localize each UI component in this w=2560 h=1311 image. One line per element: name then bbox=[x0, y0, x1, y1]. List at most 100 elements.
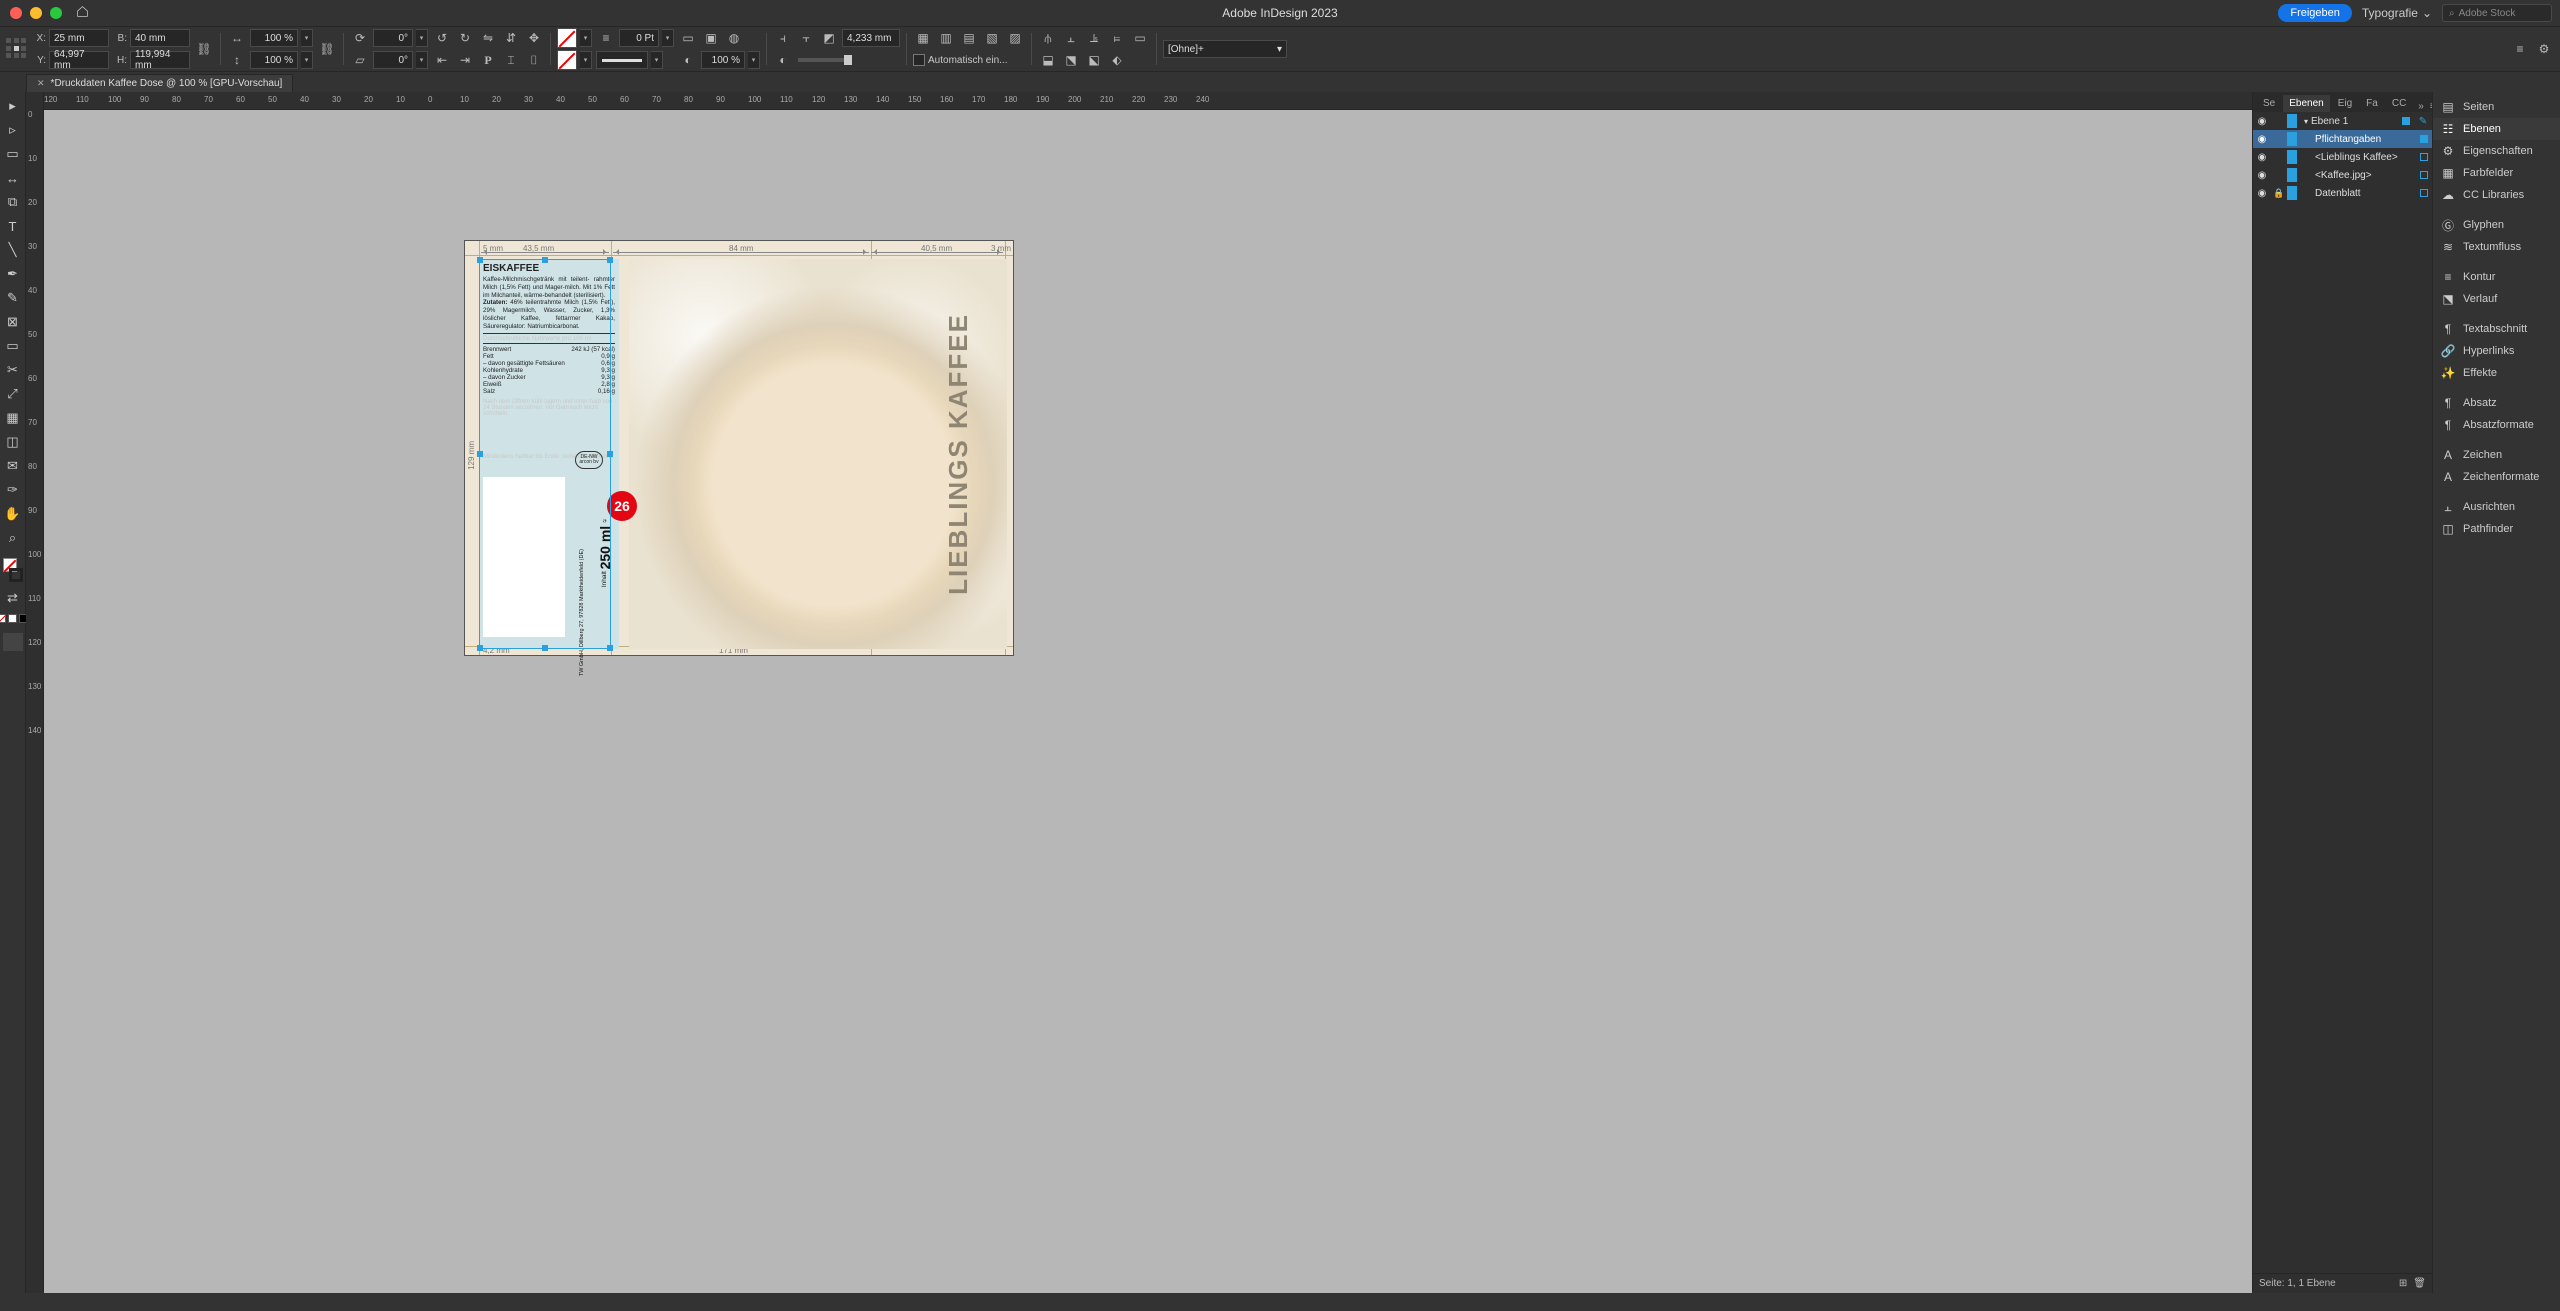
dock-item-glyphen[interactable]: ⒼGlyphen bbox=[2433, 214, 2560, 236]
arrange-4-icon[interactable]: ⬖ bbox=[1107, 50, 1127, 70]
dock-item-absatz[interactable]: ¶Absatz bbox=[2433, 392, 2560, 414]
home-icon[interactable] bbox=[76, 5, 89, 21]
wrap-shape-icon[interactable]: ◍ bbox=[724, 28, 744, 48]
page[interactable]: 5 mm 43,5 mm 84 mm 40,5 mm 3 mm 129 mm 4… bbox=[464, 240, 1014, 656]
minimize-window[interactable] bbox=[30, 7, 42, 19]
dock-item-zeichenformate[interactable]: AZeichenformate bbox=[2433, 466, 2560, 488]
vertical-ruler[interactable]: 0102030405060708090100110120130140 bbox=[26, 92, 44, 1293]
free-transform-tool-icon[interactable]: ⤢ bbox=[2, 384, 24, 404]
shear-dd[interactable]: ▾ bbox=[416, 51, 428, 69]
scale-y-dd[interactable]: ▾ bbox=[301, 51, 313, 69]
width-input[interactable]: 40 mm bbox=[130, 29, 190, 47]
flip-both-icon[interactable]: ✥ bbox=[524, 28, 544, 48]
selection-proxy[interactable] bbox=[2402, 117, 2410, 125]
rotate-input[interactable]: 0° bbox=[373, 29, 413, 47]
zoom-tool-icon[interactable]: ⌕ bbox=[2, 528, 24, 548]
document-tab[interactable]: ✕ *Druckdaten Kaffee Dose @ 100 % [GPU-V… bbox=[26, 74, 293, 92]
selection-proxy[interactable] bbox=[2420, 171, 2428, 179]
layer-item[interactable]: ◉ <Kaffee.jpg> bbox=[2253, 166, 2432, 184]
opacity-dd[interactable]: ▾ bbox=[748, 51, 760, 69]
delete-layer-icon[interactable]: 🗑 bbox=[2413, 1278, 2426, 1289]
corner-icon[interactable]: ◩ bbox=[819, 28, 839, 48]
dock-item-seiten[interactable]: ▤Seiten bbox=[2433, 96, 2560, 118]
dock-item-ebenen[interactable]: ☷Ebenen bbox=[2433, 118, 2560, 140]
layer-row[interactable]: ◉ ▾ Ebene 1 ✎ bbox=[2253, 112, 2432, 130]
workspace-switcher[interactable]: Typografie ⌄ bbox=[2362, 6, 2432, 20]
scale-y-input[interactable]: 100 % bbox=[250, 51, 298, 69]
new-layer-icon[interactable]: ⊞ bbox=[2399, 1278, 2407, 1289]
collapse-icon[interactable]: » bbox=[2416, 101, 2426, 112]
pen-tool-icon[interactable]: ✒ bbox=[2, 264, 24, 284]
content-collector-tool-icon[interactable]: ⧉ bbox=[2, 192, 24, 212]
line-tool-icon[interactable]: ╲ bbox=[2, 240, 24, 260]
visibility-icon[interactable]: ◉ bbox=[2253, 152, 2271, 163]
arrange-1-icon[interactable]: ⬓ bbox=[1038, 50, 1058, 70]
align-to-1-icon[interactable]: ⇤ bbox=[432, 50, 452, 70]
height-input[interactable]: 119,994 mm bbox=[130, 51, 190, 69]
fill-dd[interactable]: ▾ bbox=[580, 29, 592, 47]
align-to-3-icon[interactable]: ⌶ bbox=[501, 50, 521, 70]
adobe-stock-search[interactable]: ⌕ Adobe Stock bbox=[2442, 4, 2552, 22]
fill-frame-icon[interactable]: ▧ bbox=[982, 28, 1002, 48]
dock-item-verlauf[interactable]: ⬔Verlauf bbox=[2433, 288, 2560, 310]
align-to-2-icon[interactable]: ⇥ bbox=[455, 50, 475, 70]
dock-item-ausrichten[interactable]: ⫠Ausrichten bbox=[2433, 496, 2560, 518]
apply-color-icon[interactable] bbox=[8, 614, 17, 623]
selection-proxy[interactable] bbox=[2420, 135, 2428, 143]
arrange-2-icon[interactable]: ⬔ bbox=[1061, 50, 1081, 70]
rotate-dd[interactable]: ▾ bbox=[416, 29, 428, 47]
tab-pages[interactable]: Se bbox=[2257, 95, 2281, 112]
disclosure-icon[interactable]: ▾ bbox=[2301, 117, 2311, 126]
selection-frame[interactable] bbox=[479, 259, 611, 649]
layer-item-name[interactable]: <Kaffee.jpg> bbox=[2301, 170, 2420, 181]
reference-point[interactable] bbox=[6, 38, 28, 60]
page-tool-icon[interactable]: ▭ bbox=[2, 144, 24, 164]
gradient-swatch-tool-icon[interactable]: ▦ bbox=[2, 408, 24, 428]
gradient-feather-tool-icon[interactable]: ◫ bbox=[2, 432, 24, 452]
distribute-2-icon[interactable]: ⫠ bbox=[1061, 28, 1081, 48]
opacity-input[interactable]: 100 % bbox=[701, 51, 745, 69]
dock-item-farbfelder[interactable]: ▦Farbfelder bbox=[2433, 162, 2560, 184]
visibility-icon[interactable]: ◉ bbox=[2253, 116, 2271, 127]
paragraph-icon[interactable]: P bbox=[478, 50, 498, 70]
direct-selection-tool-icon[interactable]: ▹ bbox=[2, 120, 24, 140]
dock-item-hyperlinks[interactable]: 🔗Hyperlinks bbox=[2433, 340, 2560, 362]
screen-mode-icon[interactable] bbox=[3, 633, 23, 651]
rotate-cw-icon[interactable]: ↻ bbox=[455, 28, 475, 48]
visibility-icon[interactable]: ◉ bbox=[2253, 188, 2271, 199]
layer-item[interactable]: ◉ <Lieblings Kaffee> bbox=[2253, 148, 2432, 166]
hand-tool-icon[interactable]: ✋ bbox=[2, 504, 24, 524]
x-input[interactable]: 25 mm bbox=[49, 29, 109, 47]
center-content-icon[interactable]: ▨ bbox=[1005, 28, 1025, 48]
flip-v-icon[interactable]: ⇵ bbox=[501, 28, 521, 48]
fit-prop-icon[interactable]: ▤ bbox=[959, 28, 979, 48]
lock-icon[interactable]: 🔒 bbox=[2271, 188, 2287, 199]
stroke-swatch[interactable] bbox=[557, 50, 577, 70]
visibility-icon[interactable]: ◉ bbox=[2253, 134, 2271, 145]
tab-cc[interactable]: CC bbox=[2386, 95, 2412, 112]
wrap-box-icon[interactable]: ▣ bbox=[701, 28, 721, 48]
stroke-style-dd[interactable]: ▾ bbox=[651, 51, 663, 69]
visibility-icon[interactable]: ◉ bbox=[2253, 170, 2271, 181]
pasteboard[interactable]: 5 mm 43,5 mm 84 mm 40,5 mm 3 mm 129 mm 4… bbox=[44, 110, 2252, 1293]
dock-item-effekte[interactable]: ✨Effekte bbox=[2433, 362, 2560, 384]
auto-fit-checkbox[interactable] bbox=[913, 54, 925, 66]
fit-frame-icon[interactable]: ▥ bbox=[936, 28, 956, 48]
scale-x-input[interactable]: 100 % bbox=[250, 29, 298, 47]
tab-props[interactable]: Eig bbox=[2332, 95, 2358, 112]
target-icon[interactable]: ✎ bbox=[2414, 116, 2432, 127]
constrain-wh-icon[interactable]: ⛓ bbox=[194, 39, 214, 59]
layer-name[interactable]: Ebene 1 bbox=[2311, 116, 2402, 127]
ctrlbar-settings-icon[interactable]: ⚙ bbox=[2534, 39, 2554, 59]
rotate-ccw-icon[interactable]: ↺ bbox=[432, 28, 452, 48]
corner-input[interactable]: 4,233 mm bbox=[842, 29, 900, 47]
close-tab-icon[interactable]: ✕ bbox=[37, 78, 45, 89]
layer-item-name[interactable]: <Lieblings Kaffee> bbox=[2301, 152, 2420, 163]
gap-tool-icon[interactable]: ↔ bbox=[2, 168, 24, 188]
flip-h-icon[interactable]: ⇋ bbox=[478, 28, 498, 48]
scale-x-dd[interactable]: ▾ bbox=[301, 29, 313, 47]
close-window[interactable] bbox=[10, 7, 22, 19]
selection-proxy[interactable] bbox=[2420, 189, 2428, 197]
pencil-tool-icon[interactable]: ✎ bbox=[2, 288, 24, 308]
fill-stroke-indicator[interactable] bbox=[2, 558, 24, 584]
